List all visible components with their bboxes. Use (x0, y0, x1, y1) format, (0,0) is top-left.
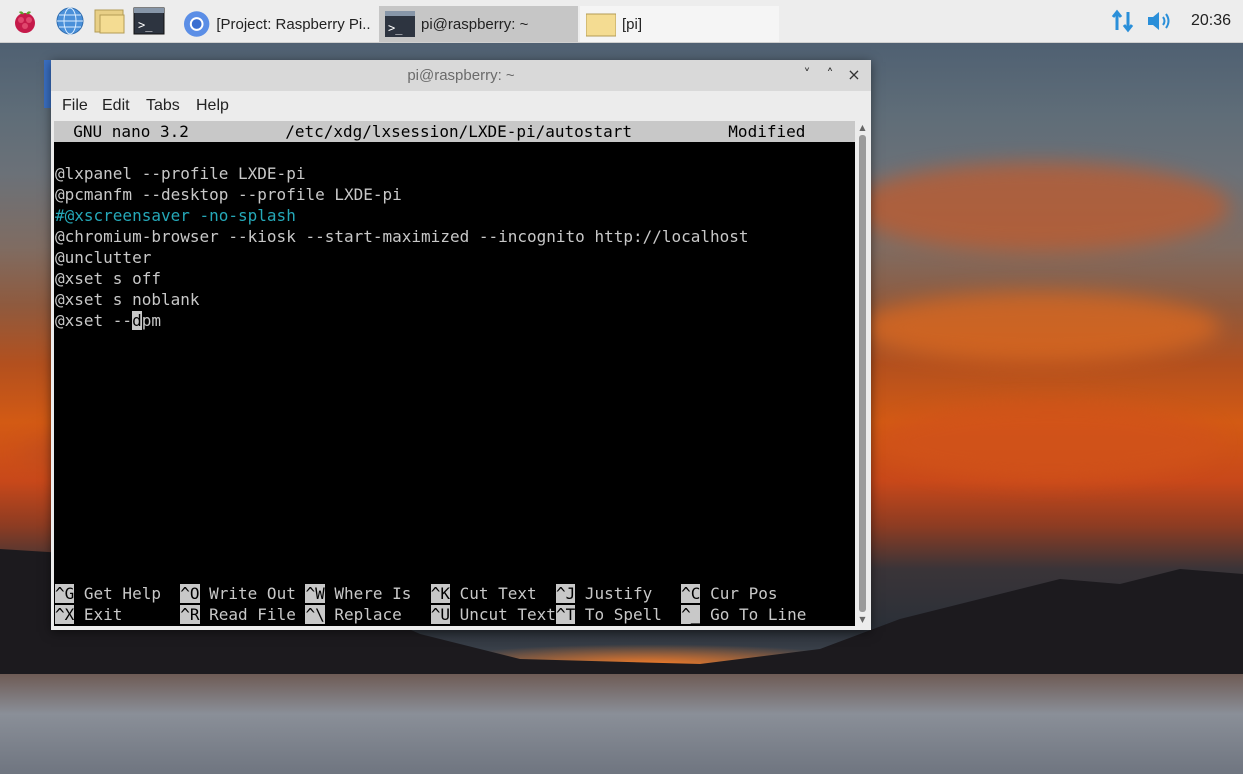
task-label: pi@raspberry: ~ (421, 15, 529, 33)
terminal-window: pi@raspberry: ~ ˅ ˄ × File Edit Tabs Hel… (51, 60, 871, 630)
task-file-manager[interactable]: [pi] (580, 6, 779, 42)
shortcut-row: ^X Exit ^R Read File ^\ Replace ^U Uncut… (55, 604, 806, 625)
terminal-icon: >_ (385, 11, 415, 37)
shortcut-label: Go To Line (700, 605, 807, 624)
shortcut-key[interactable]: ^G (55, 584, 75, 603)
menubar: File Edit Tabs Help (51, 91, 871, 120)
file-line: @unclutter (55, 248, 152, 267)
svg-text:>_: >_ (388, 21, 403, 35)
file-line: @pcmanfm --desktop --profile LXDE-pi (55, 185, 402, 204)
file-line-current: @xset --dpm (55, 310, 161, 331)
shortcut-key[interactable]: ^T (555, 605, 576, 624)
shortcut-key[interactable]: ^X (55, 605, 75, 624)
shortcut-label: Uncut Text (449, 605, 556, 624)
shortcut-row: ^G Get Help ^O Write Out ^W Where Is ^K … (55, 583, 778, 604)
shortcut-key[interactable]: ^K (430, 584, 450, 603)
shortcut-key[interactable]: ^C (681, 584, 701, 603)
lake (0, 674, 1243, 774)
file-manager-icon[interactable] (93, 4, 127, 38)
svg-text:>_: >_ (138, 18, 153, 32)
line-text: pm (141, 311, 161, 330)
network-arrows-icon[interactable] (1110, 0, 1136, 42)
file-line: @lxpanel --profile LXDE-pi (55, 164, 306, 183)
shortcut-label: Cut Text (449, 584, 556, 603)
shortcut-label: Write Out (199, 584, 306, 603)
shortcut-label: Replace (324, 605, 431, 624)
menu-file[interactable]: File (62, 91, 88, 120)
folder-icon (586, 13, 616, 37)
shortcut-label: To Spell (575, 605, 682, 624)
scroll-up-icon[interactable]: ▲ (858, 123, 867, 132)
menu-edit[interactable]: Edit (102, 91, 130, 120)
task-chromium[interactable]: [Project: Raspberry Pi... (177, 6, 377, 42)
shortcut-key[interactable]: ^_ (681, 605, 701, 624)
line-text: @xset -- (55, 311, 133, 330)
task-terminal[interactable]: >_ pi@raspberry: ~ (379, 6, 578, 42)
shortcut-label: Justify (575, 584, 682, 603)
close-button[interactable]: × (845, 66, 863, 84)
nano-header: GNU nano 3.2 /etc/xdg/lxsession/LXDE-pi/… (54, 121, 855, 142)
chromium-icon (183, 11, 210, 37)
shortcut-key[interactable]: ^U (430, 605, 450, 624)
shortcut-key[interactable]: ^O (180, 584, 200, 603)
shortcut-label: Where Is (324, 584, 431, 603)
raspberry-menu-icon[interactable] (8, 4, 42, 38)
shortcut-label: Exit (74, 605, 181, 624)
shortcut-key[interactable]: ^J (555, 584, 576, 603)
terminal-scrollbar[interactable]: ▲ ▼ (857, 121, 868, 626)
speaker-icon[interactable] (1146, 0, 1174, 42)
text-cursor: d (132, 311, 142, 330)
file-line: @xset s noblank (55, 290, 200, 309)
taskbar: >_ [Project: Raspberry Pi... >_ pi@raspb… (0, 0, 1243, 43)
web-browser-icon[interactable] (53, 4, 87, 38)
window-title: pi@raspberry: ~ (407, 67, 515, 84)
menu-help[interactable]: Help (196, 91, 229, 120)
menu-tabs[interactable]: Tabs (146, 91, 180, 120)
terminal-area[interactable]: GNU nano 3.2 /etc/xdg/lxsession/LXDE-pi/… (54, 121, 855, 626)
shortcut-label: Cur Pos (700, 584, 778, 603)
task-label: [pi] (622, 15, 643, 33)
file-line-comment: #@xscreensaver -no-splash (55, 206, 296, 225)
shortcut-label: Read File (199, 605, 306, 624)
maximize-button[interactable]: ˄ (821, 66, 839, 84)
shortcut-key[interactable]: ^W (305, 584, 325, 603)
minimize-button[interactable]: ˅ (798, 66, 816, 84)
scrollbar-thumb[interactable] (859, 135, 866, 612)
shortcut-label: Get Help (74, 584, 181, 603)
window-titlebar[interactable]: pi@raspberry: ~ ˅ ˄ × (51, 60, 871, 91)
file-line: @chromium-browser --kiosk --start-maximi… (55, 227, 749, 246)
task-label: [Project: Raspberry Pi... (216, 15, 371, 33)
clock[interactable]: 20:36 (1191, 0, 1231, 42)
shortcut-key[interactable]: ^R (180, 605, 200, 624)
scroll-down-icon[interactable]: ▼ (858, 615, 867, 624)
file-line: @xset s off (55, 269, 161, 288)
terminal-icon[interactable]: >_ (132, 4, 166, 38)
shortcut-key[interactable]: ^\ (305, 605, 325, 624)
